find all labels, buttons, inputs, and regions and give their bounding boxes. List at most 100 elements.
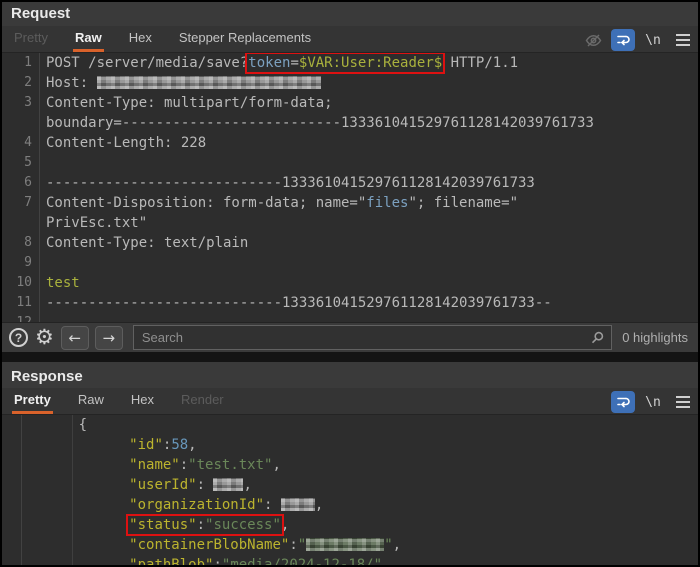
code-segment: 58: [171, 437, 188, 453]
code-line: "userId": ,: [2, 475, 698, 495]
tabrow-spacer: [336, 26, 578, 52]
code-line: {: [2, 415, 698, 435]
code-segment: :: [197, 477, 214, 493]
search-toolbar: ? ⚙ ← → 0 highlights: [2, 322, 698, 352]
code-line: "id":58,: [2, 435, 698, 455]
tab-request-raw[interactable]: Raw: [73, 26, 104, 52]
newline-icon[interactable]: \n: [641, 29, 665, 51]
code-line: 7 Content-Disposition: form-data; name="f…: [2, 193, 698, 213]
code-segment: =: [290, 55, 298, 71]
gear-icon[interactable]: ⚙: [35, 327, 54, 348]
code-text: Content-Length: 228: [40, 133, 206, 153]
line-number: 3: [2, 93, 40, 113]
redacted-text: [213, 478, 243, 491]
code-segment: POST /server/media/save?: [46, 55, 248, 71]
code-segment: "success": [205, 517, 281, 533]
tab-request-pretty[interactable]: Pretty: [12, 26, 50, 52]
code-segment: files: [366, 195, 408, 211]
code-segment: [28, 477, 129, 493]
code-segment: ,: [393, 537, 401, 553]
line-number: [2, 475, 22, 495]
code-segment: "organizationId": [129, 497, 264, 513]
search-input[interactable]: [133, 325, 612, 350]
tab-request-hex[interactable]: Hex: [127, 26, 154, 52]
code-segment: "status": [129, 517, 196, 533]
code-text: "organizationId": ,: [22, 495, 323, 515]
search-field-wrap: [133, 325, 612, 350]
request-tab-bar: Pretty Raw Hex Stepper Replacements \n: [2, 26, 698, 53]
code-line: 11----------------------------1333610415…: [2, 293, 698, 313]
code-text: PrivEsc.txt": [40, 213, 147, 233]
code-segment: ": [298, 537, 306, 553]
request-code: 1 POST /server/media/save?token=$VAR:User…: [2, 53, 698, 322]
line-number: 7: [2, 193, 40, 213]
code-segment: ,: [188, 437, 196, 453]
redacted-text: [281, 498, 315, 511]
highlight-box: token=$VAR:User:Reader$: [248, 55, 442, 71]
code-text: ----------------------------133361041529…: [40, 293, 552, 313]
menu-icon[interactable]: [671, 29, 695, 51]
menu-icon[interactable]: [671, 391, 695, 413]
line-number: 6: [2, 173, 40, 193]
line-number: 12: [2, 313, 40, 322]
code-segment: test: [46, 275, 80, 291]
code-line: 9: [2, 253, 698, 273]
eye-off-icon[interactable]: [581, 29, 605, 51]
response-panel-title: Response: [2, 362, 698, 388]
code-line: 6----------------------------13336104152…: [2, 173, 698, 193]
code-segment: :: [264, 497, 281, 513]
http-message-viewer: Request Pretty Raw Hex Stepper Replaceme…: [0, 0, 700, 567]
code-text: "id":58,: [22, 435, 197, 455]
search-icon: [590, 330, 605, 345]
wrap-lines-icon[interactable]: [611, 29, 635, 51]
code-segment: [28, 537, 129, 553]
newline-icon[interactable]: \n: [641, 391, 665, 413]
code-line: 2Host:: [2, 73, 698, 93]
tab-response-hex[interactable]: Hex: [129, 388, 156, 414]
wrap-lines-icon[interactable]: [611, 391, 635, 413]
line-number: [2, 535, 22, 555]
line-number: [2, 415, 22, 435]
tab-request-stepper-replacements[interactable]: Stepper Replacements: [177, 26, 313, 52]
code-segment: Content-Disposition: form-data; name=": [46, 195, 366, 211]
code-line: 4Content-Length: 228: [2, 133, 698, 153]
response-editor[interactable]: { "id":58, "name":"test.txt", "userId": …: [2, 415, 698, 565]
line-number: [2, 495, 22, 515]
code-segment: [28, 557, 129, 565]
code-text: [40, 313, 46, 322]
line-number: [2, 515, 22, 535]
line-number: 11: [2, 293, 40, 313]
code-text: [40, 253, 46, 273]
code-line: "status":"success",: [2, 515, 698, 535]
previous-match-button[interactable]: ←: [61, 326, 89, 350]
code-segment: [28, 457, 129, 473]
code-line: 12: [2, 313, 698, 322]
panel-divider: [2, 352, 698, 362]
line-number: 1: [2, 53, 40, 73]
code-segment: PrivEsc.txt": [46, 215, 147, 231]
indent-guide: [72, 415, 73, 565]
code-segment: "id": [129, 437, 163, 453]
code-segment: Content-Type: text/plain: [46, 235, 248, 251]
request-editor[interactable]: 1 POST /server/media/save?token=$VAR:User…: [2, 53, 698, 322]
code-segment: "userId": [129, 477, 196, 493]
tab-response-raw[interactable]: Raw: [76, 388, 106, 414]
help-icon[interactable]: ?: [9, 328, 28, 347]
code-text: "containerBlobName":"",: [22, 535, 401, 555]
highlights-count: 0 highlights: [622, 330, 688, 345]
code-line: "pathBlob":"media/2024-12-18/": [2, 555, 698, 565]
code-line: 8Content-Type: text/plain: [2, 233, 698, 253]
code-segment: :: [197, 517, 205, 533]
tab-response-render[interactable]: Render: [179, 388, 226, 414]
next-match-button[interactable]: →: [95, 326, 123, 350]
code-line: 10test: [2, 273, 698, 293]
code-text: {: [22, 415, 87, 435]
code-text: Content-Type: multipart/form-data;: [40, 93, 333, 113]
tab-response-pretty[interactable]: Pretty: [12, 388, 53, 414]
code-segment: [28, 437, 129, 453]
code-segment: token: [248, 55, 290, 71]
code-segment: Content-Type: multipart/form-data;: [46, 95, 333, 111]
line-number: [2, 213, 40, 233]
code-segment: "test.txt": [188, 457, 272, 473]
code-segment: "media/2024-12-18/": [222, 557, 382, 565]
